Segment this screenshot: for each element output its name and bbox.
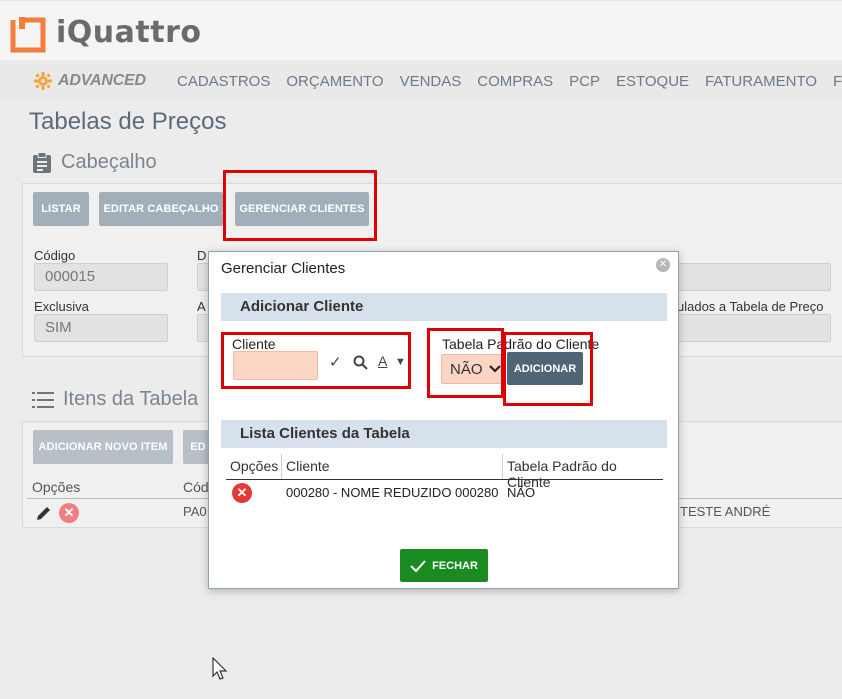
nav-item-cadastros[interactable]: CADASTROS — [177, 73, 270, 90]
vinculados-field[interactable] — [673, 314, 831, 342]
main-navbar: ADVANCED CADASTROS ORÇAMENTO VENDAS COMP… — [0, 62, 842, 100]
nav-item-financeiro[interactable]: FIN — [833, 73, 842, 90]
nav-item-vendas[interactable]: VENDAS — [400, 73, 462, 90]
itens-title: Itens da Tabela — [63, 388, 199, 410]
itens-col-opcoes: Opções — [32, 479, 81, 495]
codigo-label: Código — [34, 248, 76, 263]
cabecalho-title: Cabeçalho — [61, 151, 157, 173]
adicionar-cliente-bar: Adicionar Cliente — [221, 293, 667, 321]
nav-items: CADASTROS ORÇAMENTO VENDAS COMPRAS PCP E… — [177, 73, 842, 90]
gear-icon — [34, 72, 52, 90]
descricao-label: D — [197, 248, 207, 263]
nav-item-compras[interactable]: COMPRAS — [477, 73, 553, 90]
exclusiva-field[interactable]: SIM — [34, 314, 168, 342]
advanced-label: ADVANCED — [58, 72, 146, 89]
clipboard-icon — [33, 151, 51, 173]
gerenciar-clientes-dialog: Gerenciar Clientes ✕ Adicionar Cliente C… — [208, 251, 679, 589]
advanced-menu[interactable]: ADVANCED — [33, 71, 146, 91]
nav-item-orcamento[interactable]: ORÇAMENTO — [286, 73, 383, 90]
logo-text: iQuattro — [56, 15, 202, 50]
codigo-field[interactable]: 000015 — [34, 263, 168, 291]
cabecalho-heading: Cabeçalho — [32, 151, 157, 174]
itens-col-codigo: Cód — [183, 479, 209, 495]
list-icon — [32, 391, 54, 408]
vinculados-label: ulados a Tabela de Preço — [677, 299, 824, 314]
close-icon[interactable]: ✕ — [656, 258, 670, 272]
page-title: Tabelas de Preços — [29, 108, 227, 135]
highlight-adicionar — [503, 332, 593, 406]
nav-item-faturamento[interactable]: FATURAMENTO — [705, 73, 817, 90]
table-header-divider — [226, 479, 663, 480]
highlight-cliente-input — [221, 332, 411, 389]
col-tabela-padrao: Tabela Padrão do Cliente — [507, 458, 617, 490]
nav-item-pcp[interactable]: PCP — [569, 73, 600, 90]
adicionar-novo-item-button[interactable]: ADICIONAR NOVO ITEM — [33, 430, 173, 464]
col-cliente: Cliente — [286, 458, 330, 474]
highlight-tabela-padrao — [427, 328, 504, 398]
ativa-label: A — [197, 299, 206, 314]
fechar-label: FECHAR — [432, 559, 478, 572]
highlight-gerenciar-clientes — [223, 170, 377, 241]
delete-icon[interactable]: ✕ — [59, 503, 79, 523]
itens-heading: Itens da Tabela — [32, 388, 198, 411]
col-opcoes: Opções — [230, 458, 279, 474]
nav-item-estoque[interactable]: ESTOQUE — [616, 73, 689, 90]
exclusiva-label: Exclusiva — [34, 299, 89, 314]
itens-row-actions: ✕ — [35, 503, 79, 523]
remove-client-icon[interactable]: ✕ — [232, 483, 252, 503]
row-tabela-padrao: NÃO — [507, 485, 536, 500]
iquattro-logo-icon — [10, 17, 46, 53]
lista-clientes-bar: Lista Clientes da Tabela — [221, 420, 667, 448]
fechar-button[interactable]: FECHAR — [400, 549, 488, 582]
check-icon — [410, 559, 426, 572]
dialog-title: Gerenciar Clientes — [221, 260, 346, 277]
itens-row-descricao: TESTE ANDRÉ — [680, 504, 771, 519]
right-field-1[interactable] — [673, 263, 831, 291]
itens-row-codigo: PA0 — [183, 504, 207, 519]
editar-cabecalho-button[interactable]: EDITAR CABEÇALHO — [99, 192, 223, 226]
listar-button[interactable]: LISTAR — [33, 192, 89, 226]
pencil-icon[interactable] — [35, 504, 53, 522]
mouse-cursor-icon — [212, 657, 228, 680]
top-bar: iQuattro — [0, 0, 842, 60]
row-cliente: 000280 - NOME REDUZIDO 000280 — [286, 485, 499, 500]
